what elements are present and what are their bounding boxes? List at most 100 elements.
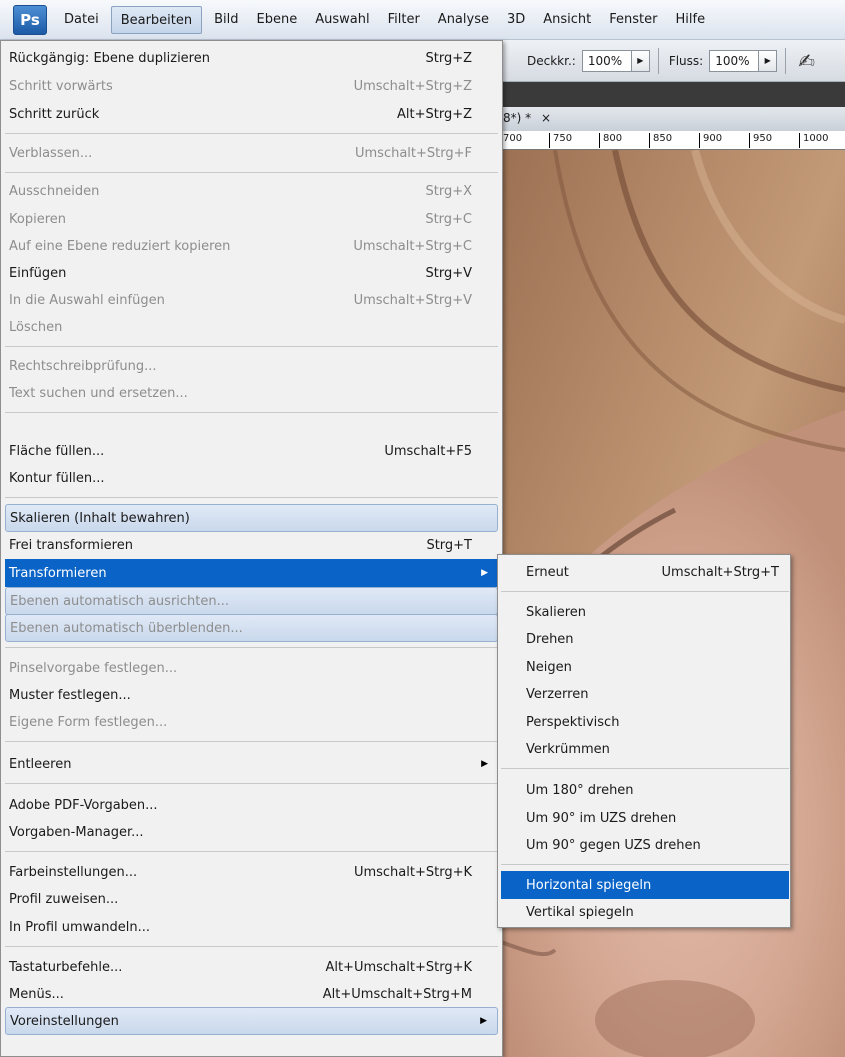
menu-item-label: Kopieren	[9, 211, 66, 227]
menu-item-shortcut: Alt+Umschalt+Strg+M	[322, 986, 472, 1002]
opacity-input[interactable]: 100%	[581, 49, 632, 72]
menu-item-label: Profil zuweisen...	[9, 891, 119, 907]
menu-item-transformieren[interactable]: Transformieren ▶	[5, 559, 498, 587]
menu-item-flaeche-fuellen[interactable]: Fläche füllen... Umschalt+F5	[5, 437, 498, 465]
menu-item-farbeinstellungen[interactable]: Farbeinstellungen... Umschalt+Strg+K	[5, 858, 498, 886]
menu-item-skalieren-inhalt[interactable]: Skalieren (Inhalt bewahren)	[5, 504, 498, 532]
submenu-item-label: Vertikal spiegeln	[526, 904, 634, 920]
submenu-item-90-uzs[interactable]: Um 90° im UZS drehen	[501, 804, 789, 832]
opacity-dropdown-icon[interactable]: ▶	[631, 49, 650, 72]
submenu-item-shortcut: Umschalt+Strg+T	[661, 564, 779, 580]
menu-ansicht[interactable]: Ansicht	[534, 6, 600, 34]
menu-item-label: Ebenen automatisch ausrichten...	[10, 593, 230, 609]
menu-item-label: Einfügen	[9, 265, 67, 281]
horizontal-ruler[interactable]: 700 750 800 850 900 950 1000	[495, 131, 845, 150]
menu-hilfe[interactable]: Hilfe	[667, 6, 715, 34]
submenu-item-verkruemmen[interactable]: Verkrümmen	[501, 735, 789, 763]
menu-item-voreinstellungen[interactable]: Voreinstellungen ▶	[5, 1007, 498, 1035]
menu-bild[interactable]: Bild	[205, 6, 247, 34]
menu-item-pinselvorgabe: Pinselvorgabe festlegen...	[5, 654, 498, 682]
menu-item-label: Eigene Form festlegen...	[9, 714, 168, 730]
menu-item-label: Transformieren	[9, 565, 107, 581]
flow-input[interactable]: 100%	[709, 49, 760, 72]
menu-item-shortcut: Umschalt+Strg+V	[353, 292, 472, 308]
submenu-item-drehen[interactable]: Drehen	[501, 625, 789, 653]
menu-item-menues[interactable]: Menüs... Alt+Umschalt+Strg+M	[5, 980, 498, 1008]
ruler-tick: 900	[699, 133, 722, 148]
menu-item-label: Adobe PDF-Vorgaben...	[9, 797, 158, 813]
menu-separator	[5, 346, 498, 347]
submenu-item-label: Neigen	[526, 659, 572, 675]
menu-fenster[interactable]: Fenster	[600, 6, 666, 34]
menu-datei[interactable]: Datei	[55, 6, 108, 34]
menu-analyse[interactable]: Analyse	[429, 6, 498, 34]
submenu-item-90-gegen-uzs[interactable]: Um 90° gegen UZS drehen	[501, 831, 789, 859]
menu-item-kopieren: Kopieren Strg+C	[5, 205, 498, 233]
menu-item-shortcut: Umschalt+Strg+Z	[353, 78, 472, 94]
options-bar: Deckkr.: 100% ▶ Fluss: 100% ▶ ✍	[495, 40, 845, 82]
menu-item-shortcut: Umschalt+Strg+K	[353, 864, 472, 880]
airbrush-icon[interactable]: ✍	[798, 49, 815, 73]
submenu-item-label: Um 180° drehen	[526, 782, 634, 798]
menu-separator	[5, 412, 498, 413]
ruler-tick: 1000	[799, 133, 828, 148]
menu-item-label: Fläche füllen...	[9, 443, 105, 459]
menu-item-vorgaben-manager[interactable]: Vorgaben-Manager...	[5, 818, 498, 846]
submenu-item-perspektivisch[interactable]: Perspektivisch	[501, 708, 789, 736]
menu-item-frei-transformieren[interactable]: Frei transformieren Strg+T	[5, 531, 498, 559]
options-divider	[657, 47, 659, 74]
submenu-item-180-drehen[interactable]: Um 180° drehen	[501, 776, 789, 804]
menu-item-tastaturbefehle[interactable]: Tastaturbefehle... Alt+Umschalt+Strg+K	[5, 953, 498, 981]
menu-item-eigene-form: Eigene Form festlegen...	[5, 708, 498, 736]
menu-bearbeiten[interactable]: Bearbeiten	[110, 5, 203, 34]
flow-dropdown-icon[interactable]: ▶	[759, 49, 778, 72]
photoshop-logo[interactable]: Ps	[13, 4, 47, 35]
submenu-item-label: Um 90° gegen UZS drehen	[526, 837, 701, 853]
menu-item-shortcut: Strg+T	[426, 537, 472, 553]
menu-item-label: Entleeren	[9, 756, 72, 772]
menu-item-label: Löschen	[9, 319, 63, 335]
menu-item-kontur-fuellen[interactable]: Kontur füllen...	[5, 464, 498, 492]
menu-item-schritt-zurueck[interactable]: Schritt zurück Alt+Strg+Z	[5, 100, 498, 128]
menu-item-label: Schritt vorwärts	[9, 78, 113, 94]
submenu-item-verzerren[interactable]: Verzerren	[501, 680, 789, 708]
submenu-item-neigen[interactable]: Neigen	[501, 653, 789, 681]
menu-separator	[5, 172, 498, 173]
menu-item-profil-zuweisen[interactable]: Profil zuweisen...	[5, 885, 498, 913]
menu-item-shortcut: Strg+C	[425, 211, 472, 227]
submenu-item-erneut[interactable]: Erneut Umschalt+Strg+T	[501, 558, 789, 586]
menu-item-einfuegen[interactable]: Einfügen Strg+V	[5, 259, 498, 287]
menu-item-label: In Profil umwandeln...	[9, 919, 151, 935]
close-icon[interactable]: ×	[541, 111, 551, 125]
flow-label: Fluss:	[668, 53, 704, 68]
transformieren-submenu: Erneut Umschalt+Strg+T Skalieren Drehen …	[497, 554, 791, 928]
menu-item-pdf-vorgaben[interactable]: Adobe PDF-Vorgaben...	[5, 791, 498, 819]
submenu-item-label: Verkrümmen	[526, 741, 610, 757]
menu-separator	[5, 783, 498, 784]
menu-item-label: Muster festlegen...	[9, 687, 131, 703]
submenu-item-label: Horizontal spiegeln	[526, 877, 652, 893]
menu-item-ausschneiden: Ausschneiden Strg+X	[5, 177, 498, 205]
menu-item-muster-festlegen[interactable]: Muster festlegen...	[5, 681, 498, 709]
menu-item-shortcut: Umschalt+F5	[384, 443, 472, 459]
document-tab[interactable]: 8*) * ×	[495, 107, 845, 131]
submenu-item-skalieren[interactable]: Skalieren	[501, 598, 789, 626]
submenu-item-label: Erneut	[526, 564, 569, 580]
ruler-tick: 850	[649, 133, 672, 148]
menu-item-entleeren[interactable]: Entleeren ▶	[5, 750, 498, 778]
menu-item-profil-umwandeln[interactable]: In Profil umwandeln...	[5, 913, 498, 941]
menu-item-shortcut: Strg+X	[425, 183, 472, 199]
menu-item-label: Ausschneiden	[9, 183, 100, 199]
menu-3d[interactable]: 3D	[498, 6, 534, 34]
submenu-item-vertikal-spiegeln[interactable]: Vertikal spiegeln	[501, 898, 789, 926]
menu-item-schritt-vorwaerts: Schritt vorwärts Umschalt+Strg+Z	[5, 72, 498, 100]
submenu-item-horizontal-spiegeln[interactable]: Horizontal spiegeln	[501, 871, 789, 899]
bearbeiten-menu: Rückgängig: Ebene duplizieren Strg+Z Sch…	[0, 40, 503, 1057]
menu-filter[interactable]: Filter	[379, 6, 429, 34]
menu-separator	[5, 133, 498, 134]
menu-item-rueckgaengig[interactable]: Rückgängig: Ebene duplizieren Strg+Z	[5, 44, 498, 72]
menu-ebene[interactable]: Ebene	[248, 6, 307, 34]
menu-item-label: Rechtschreibprüfung...	[9, 358, 157, 374]
menu-bar: Ps Datei Bearbeiten Bild Ebene Auswahl F…	[0, 0, 845, 40]
menu-auswahl[interactable]: Auswahl	[306, 6, 378, 34]
